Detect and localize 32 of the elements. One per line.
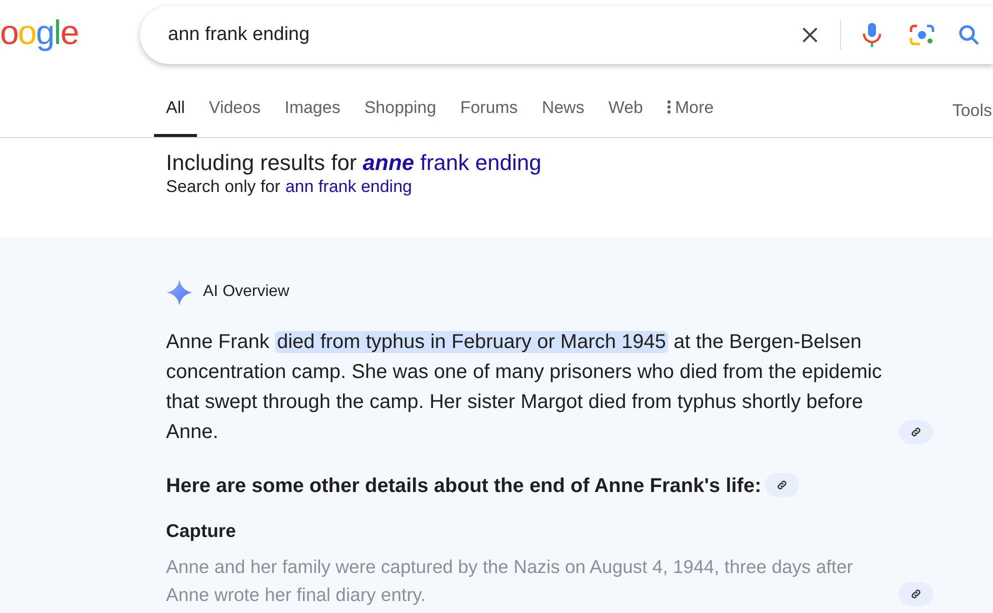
search-icon[interactable] — [957, 23, 981, 47]
tab[interactable]: All — [154, 94, 197, 137]
corrected-query-link[interactable]: anne frank ending — [362, 150, 542, 176]
tab[interactable]: Images — [272, 94, 352, 137]
tab[interactable]: News — [530, 94, 596, 137]
section-text: Anne and her family were captured by the Nazis on August 4, 1944, three days after Anne wrote her final diary entry. — [166, 554, 854, 607]
search-field[interactable]: ann frank ending — [140, 6, 993, 64]
overview-heading: Here are some other details about the end of Anne Frank's life: — [166, 474, 762, 499]
link-icon — [776, 478, 788, 490]
close-icon[interactable] — [800, 25, 820, 45]
tab[interactable]: Web — [596, 94, 655, 137]
source-link-button[interactable] — [899, 420, 933, 444]
link-icon — [910, 588, 922, 600]
source-link-button[interactable] — [899, 582, 933, 606]
source-link-button[interactable] — [765, 472, 800, 496]
search-only-text: Search only for — [166, 176, 280, 198]
camera-icon[interactable] — [909, 23, 935, 47]
original-query-link[interactable]: ann frank ending — [285, 176, 412, 198]
tab[interactable]: Shopping — [352, 94, 448, 137]
link-icon — [910, 426, 922, 438]
tab[interactable]: More — [654, 94, 726, 137]
microphone-icon[interactable] — [861, 22, 883, 48]
tools-button[interactable]: Tools — [952, 98, 993, 137]
summary-paragraph: Anne Frank died from typhus in February or March 1945 at the Bergen-Belsen concentration camp. She was one of many prisoners who died from the epidemic that swept through the camp. Her sister Margot died from typhus shortly before Anne. — [166, 330, 883, 445]
logo[interactable]: oogle — [0, 16, 140, 54]
overview-title: AI Overview — [203, 282, 290, 302]
more-vertical-icon — [666, 100, 671, 114]
sparkle-icon — [166, 278, 193, 306]
section-title: Capture — [166, 519, 237, 543]
tab[interactable]: Forums — [448, 94, 530, 137]
correction-text: Including results for — [166, 150, 357, 176]
tab[interactable]: Videos — [196, 94, 273, 137]
